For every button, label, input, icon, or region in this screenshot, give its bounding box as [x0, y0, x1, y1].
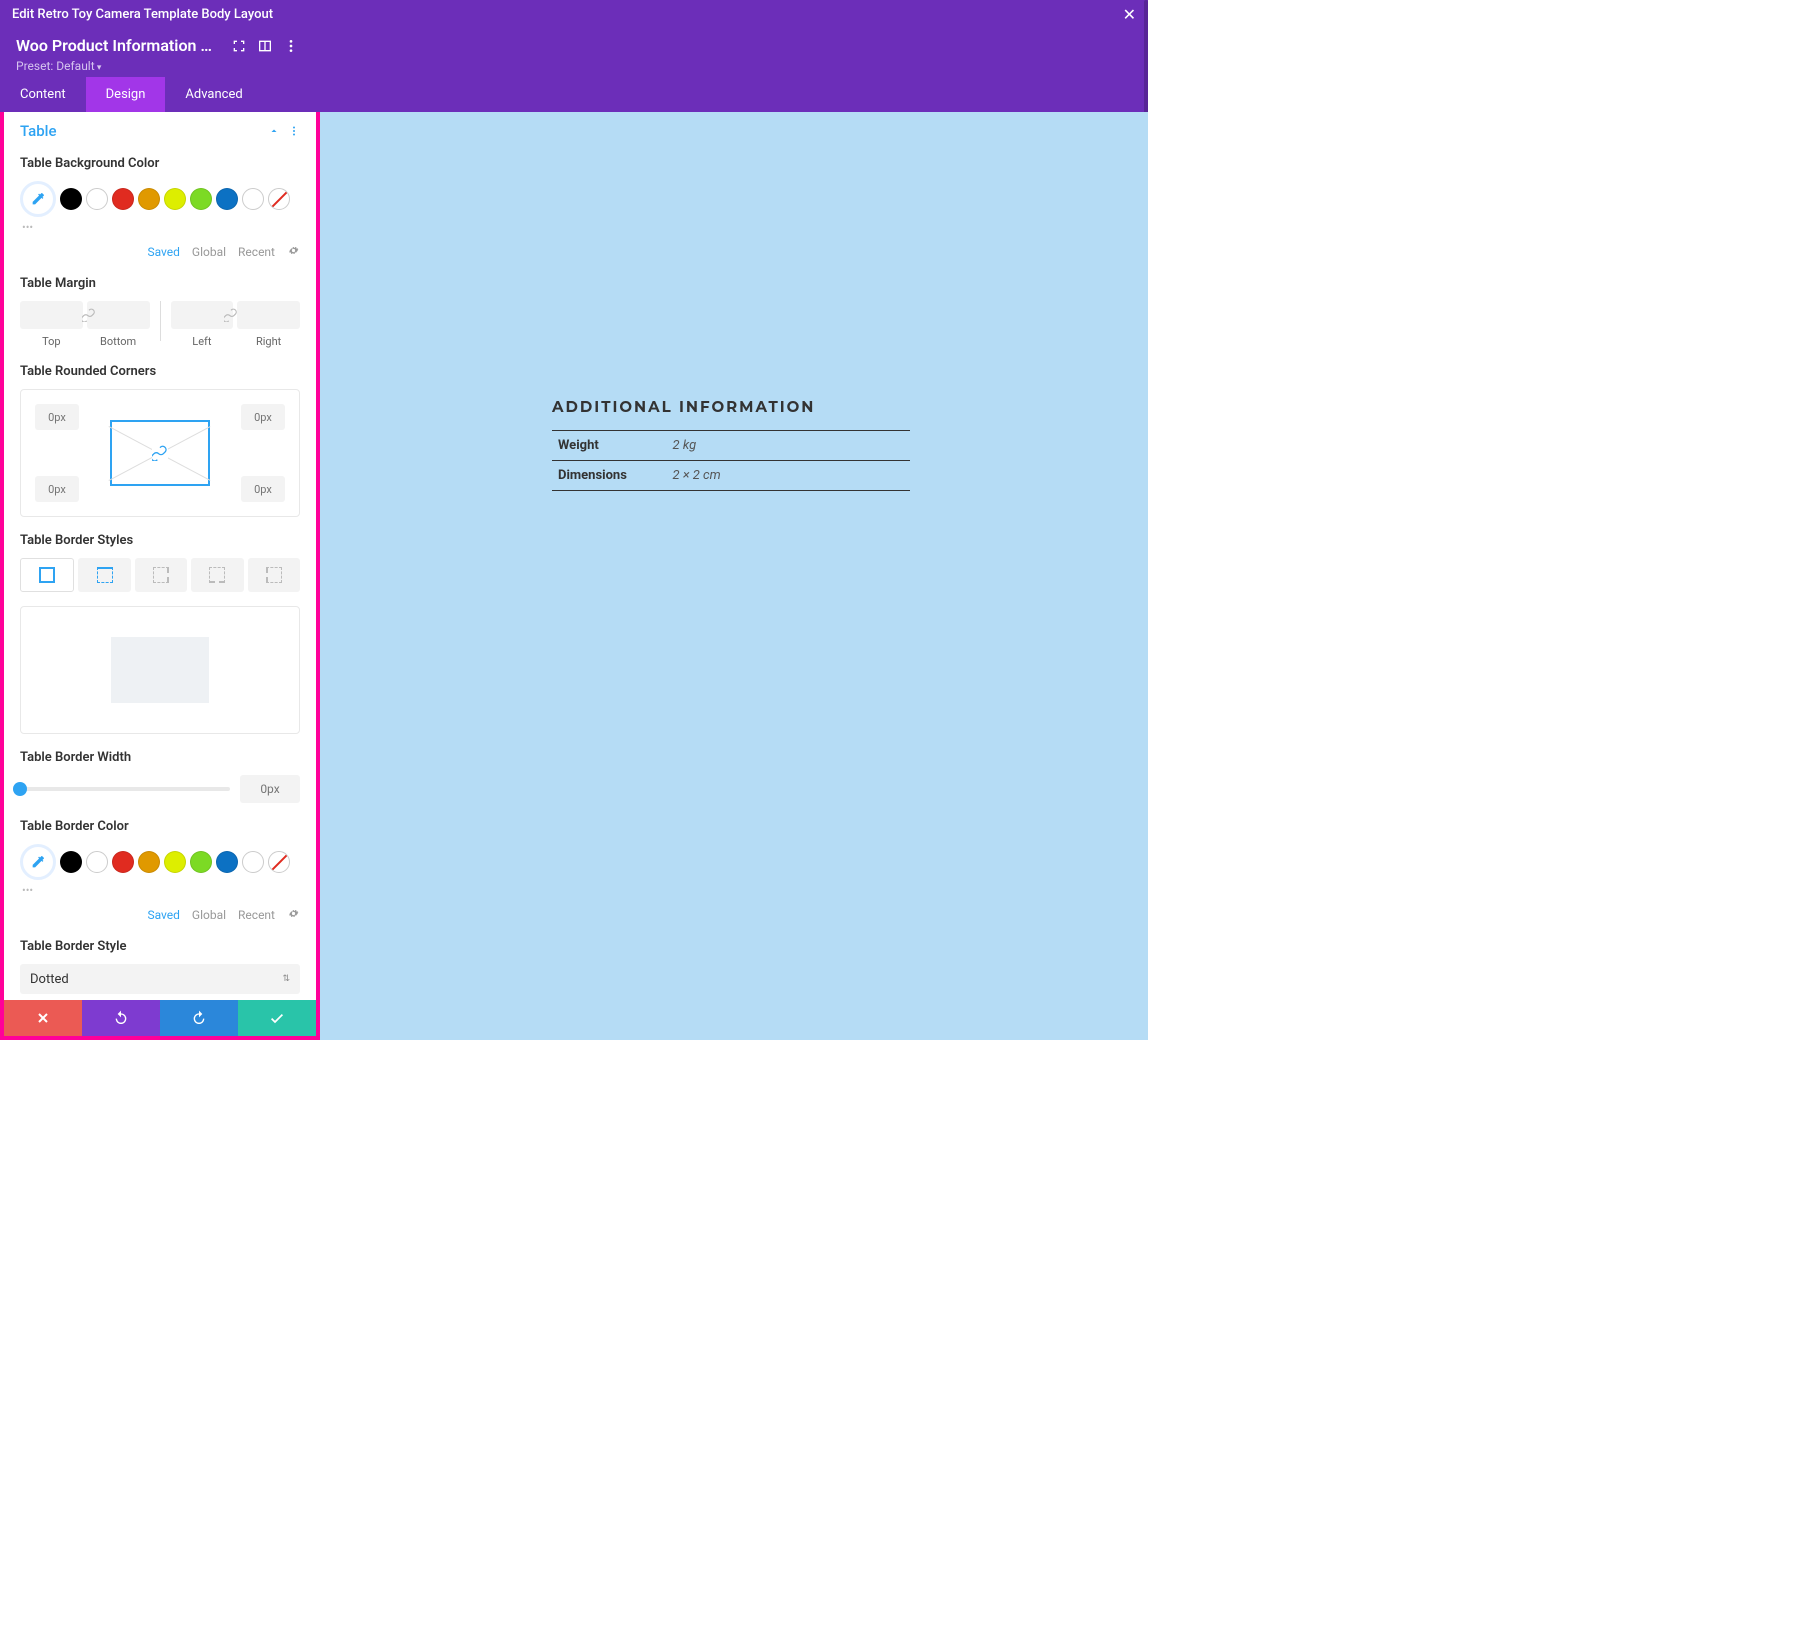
swatch-green[interactable]	[190, 851, 212, 873]
border-color-label: Table Border Color	[20, 819, 300, 834]
swatch-white[interactable]	[86, 188, 108, 210]
swatch-white-2[interactable]	[242, 188, 264, 210]
tab-advanced[interactable]: Advanced	[165, 77, 262, 112]
swatch-red[interactable]	[112, 188, 134, 210]
palette-more-icon[interactable]: •••	[20, 217, 300, 238]
preset-selector[interactable]: Preset: Default	[16, 59, 1132, 73]
border-all-button[interactable]	[20, 558, 74, 592]
settings-tabs: Content Design Advanced	[0, 77, 1148, 112]
settings-sidebar: Table Table Background Color	[0, 112, 320, 1040]
section-title: Table	[20, 122, 57, 140]
close-icon[interactable]: ✕	[1123, 5, 1136, 24]
table-row: Dimensions 2 × 2 cm	[552, 461, 910, 491]
gear-icon[interactable]	[287, 907, 300, 923]
focus-icon[interactable]	[231, 38, 247, 54]
margin-right-input[interactable]	[237, 301, 300, 329]
info-heading: ADDITIONAL INFORMATION	[552, 397, 910, 416]
more-vert-icon[interactable]	[288, 125, 300, 137]
gear-icon[interactable]	[287, 244, 300, 260]
border-width-label: Table Border Width	[20, 750, 300, 765]
more-vert-icon[interactable]	[283, 38, 299, 54]
swatch-green[interactable]	[190, 188, 212, 210]
window-title: Edit Retro Toy Camera Template Body Layo…	[12, 7, 273, 22]
margin-bottom-label: Bottom	[100, 335, 136, 348]
color-picker-button[interactable]	[20, 844, 56, 880]
margin-top-label: Top	[42, 335, 60, 348]
row-value: 2 kg	[667, 431, 910, 461]
discard-button[interactable]	[4, 1000, 82, 1036]
redo-button[interactable]	[160, 1000, 238, 1036]
swatch-orange[interactable]	[138, 188, 160, 210]
swatch-blue[interactable]	[216, 851, 238, 873]
window-titlebar: Edit Retro Toy Camera Template Body Layo…	[0, 0, 1148, 28]
bg-color-swatches	[20, 181, 300, 217]
swatch-white[interactable]	[86, 851, 108, 873]
tab-design[interactable]: Design	[86, 77, 166, 112]
columns-icon[interactable]	[257, 38, 273, 54]
row-label: Dimensions	[552, 461, 667, 491]
swatch-black[interactable]	[60, 188, 82, 210]
divider	[160, 301, 161, 341]
color-picker-button[interactable]	[20, 181, 56, 217]
corner-tr-input[interactable]	[241, 404, 285, 430]
palette-tab-saved[interactable]: Saved	[147, 908, 179, 922]
module-name: Woo Product Information S...	[16, 36, 221, 55]
margin-right-label: Right	[256, 335, 281, 348]
border-top-button[interactable]	[78, 558, 130, 592]
border-styles-label: Table Border Styles	[20, 533, 300, 548]
save-button[interactable]	[238, 1000, 316, 1036]
chevron-up-icon[interactable]	[268, 125, 280, 137]
bottom-actions	[4, 1000, 316, 1036]
swatch-blue[interactable]	[216, 188, 238, 210]
bg-color-label: Table Background Color	[20, 156, 300, 171]
border-style-select[interactable]: Dotted	[20, 964, 300, 994]
border-left-button[interactable]	[248, 558, 300, 592]
row-value: 2 × 2 cm	[667, 461, 910, 491]
table-row: Weight 2 kg	[552, 431, 910, 461]
border-width-input[interactable]	[240, 775, 300, 803]
undo-button[interactable]	[82, 1000, 160, 1036]
info-table: Weight 2 kg Dimensions 2 × 2 cm	[552, 430, 910, 491]
swatch-black[interactable]	[60, 851, 82, 873]
margin-top-input[interactable]	[20, 301, 83, 329]
palette-tab-global[interactable]: Global	[192, 245, 226, 259]
swatch-yellow[interactable]	[164, 188, 186, 210]
border-preview	[20, 606, 300, 734]
corner-tl-input[interactable]	[35, 404, 79, 430]
border-right-button[interactable]	[135, 558, 187, 592]
palette-tab-global[interactable]: Global	[192, 908, 226, 922]
swatch-white-2[interactable]	[242, 851, 264, 873]
swatch-transparent[interactable]	[268, 851, 290, 873]
link-icon[interactable]	[82, 307, 96, 321]
border-width-slider[interactable]	[20, 787, 230, 791]
border-style-select-label: Table Border Style	[20, 939, 300, 954]
margin-label: Table Margin	[20, 276, 300, 291]
palette-tab-saved[interactable]: Saved	[147, 245, 179, 259]
margin-left-label: Left	[192, 335, 211, 348]
swatch-yellow[interactable]	[164, 851, 186, 873]
corners-control	[20, 389, 300, 517]
swatch-transparent[interactable]	[268, 188, 290, 210]
tab-content[interactable]: Content	[0, 77, 86, 112]
row-label: Weight	[552, 431, 667, 461]
preview-canvas: ADDITIONAL INFORMATION Weight 2 kg Dimen…	[320, 112, 1148, 1040]
margin-bottom-input[interactable]	[87, 301, 150, 329]
module-header: Woo Product Information S... Preset: Def…	[0, 28, 1148, 77]
product-info-module[interactable]: ADDITIONAL INFORMATION Weight 2 kg Dimen…	[552, 397, 910, 491]
link-icon[interactable]	[224, 307, 238, 321]
corners-label: Table Rounded Corners	[20, 364, 300, 379]
swatch-red[interactable]	[112, 851, 134, 873]
palette-tab-recent[interactable]: Recent	[238, 245, 275, 259]
border-bottom-button[interactable]	[191, 558, 243, 592]
corner-br-input[interactable]	[241, 476, 285, 502]
palette-tab-recent[interactable]: Recent	[238, 908, 275, 922]
palette-more-icon[interactable]: •••	[20, 880, 300, 901]
corner-bl-input[interactable]	[35, 476, 79, 502]
swatch-orange[interactable]	[138, 851, 160, 873]
corner-link-toggle[interactable]	[110, 420, 210, 486]
section-header-table[interactable]: Table	[4, 112, 316, 148]
